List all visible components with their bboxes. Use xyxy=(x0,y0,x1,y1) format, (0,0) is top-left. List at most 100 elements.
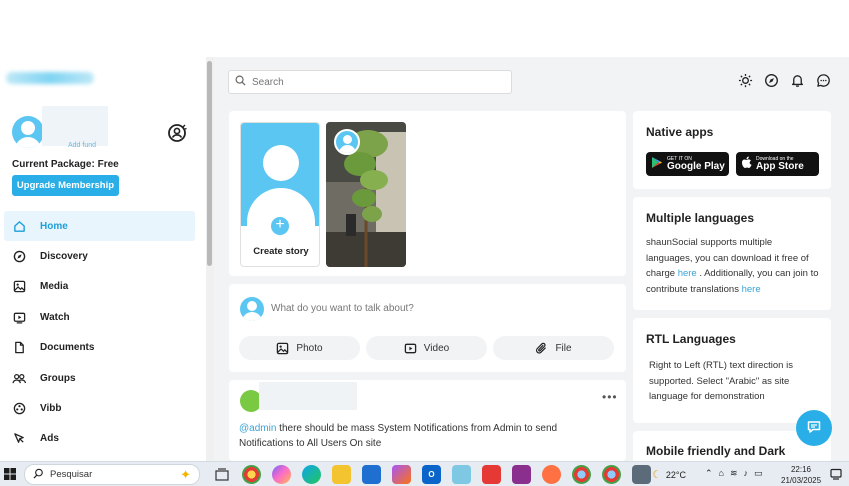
notepad-icon[interactable] xyxy=(452,465,471,484)
sidebar-item-home[interactable]: Home xyxy=(4,211,195,242)
edge-icon[interactable] xyxy=(302,465,321,484)
upgrade-membership-button[interactable]: Upgrade Membership xyxy=(12,175,119,196)
profile-card: Add fund Current Package: Free Upgrade M… xyxy=(6,106,196,201)
sidebar-item-discovery[interactable]: Discovery xyxy=(4,241,195,271)
sidebar-item-label: Groups xyxy=(40,372,76,384)
site-logo[interactable] xyxy=(6,72,94,84)
file-label: File xyxy=(555,342,572,354)
sidebar-item-label: Ads xyxy=(40,433,59,445)
rtl-languages-title: RTL Languages xyxy=(646,332,736,346)
account-switch-icon[interactable] xyxy=(166,122,188,144)
store-icon[interactable] xyxy=(362,465,381,484)
sidebar-item-label: Home xyxy=(40,220,68,232)
google-play-button[interactable]: GET IT ON Google Play xyxy=(646,152,729,176)
play-icon xyxy=(12,310,26,324)
sidebar-item-ads[interactable]: Ads xyxy=(4,424,195,454)
calculator-icon[interactable] xyxy=(632,465,651,484)
image-icon xyxy=(12,280,26,294)
chat-fab-button[interactable] xyxy=(796,410,832,446)
video-button[interactable]: Video xyxy=(366,336,487,360)
sidebar-item-media[interactable]: Media xyxy=(4,272,195,302)
firefox-icon[interactable] xyxy=(542,465,561,484)
compass-icon[interactable] xyxy=(764,73,779,88)
current-package: Current Package: Free xyxy=(12,159,119,170)
post-composer: What do you want to talk about? Photo Vi… xyxy=(229,284,626,372)
taskbar-search[interactable]: Pesquisar ✦ xyxy=(24,464,200,485)
wifi-icon[interactable]: ≋ xyxy=(730,468,738,479)
sidebar-scrollbar[interactable] xyxy=(206,57,214,461)
outlook-icon[interactable]: O xyxy=(422,465,441,484)
avatar xyxy=(240,297,264,321)
sidebar-item-label: Watch xyxy=(40,311,70,323)
video-label: Video xyxy=(423,342,450,354)
header-actions xyxy=(738,73,831,88)
notification-icon[interactable] xyxy=(830,468,842,480)
chrome-profile-icon[interactable] xyxy=(572,465,591,484)
chrome-profile-icon[interactable] xyxy=(602,465,621,484)
app-store-button[interactable]: Download on the App Store xyxy=(736,152,819,176)
sparkle-icon: ✦ xyxy=(180,466,191,482)
multiple-languages-text: shaunSocial supports multiple languages,… xyxy=(646,237,819,295)
more-options-icon[interactable]: ••• xyxy=(602,390,618,404)
taskbar-clock[interactable]: 22:16 21/03/2025 xyxy=(781,464,821,486)
app-icon[interactable] xyxy=(482,465,501,484)
create-story-button[interactable]: + Create story xyxy=(240,122,320,267)
search-icon xyxy=(33,468,44,482)
chevron-up-icon[interactable]: ⌃ xyxy=(705,468,713,479)
story-item[interactable] xyxy=(326,122,406,267)
sidebar-item-vibb[interactable]: Vibb xyxy=(4,393,195,423)
network-icon[interactable]: ⌂ xyxy=(719,468,724,479)
taskbar-weather[interactable]: ☾ 22°C xyxy=(652,468,686,481)
avatar[interactable] xyxy=(12,116,44,148)
vibb-icon xyxy=(12,402,26,416)
clock-date: 21/03/2025 xyxy=(781,476,822,485)
scrollbar-thumb[interactable] xyxy=(207,61,212,266)
home-icon xyxy=(12,219,26,233)
native-apps-card: Native apps GET IT ON Google Play Downloa… xyxy=(633,111,831,189)
copilot-icon[interactable] xyxy=(272,465,291,484)
search-bar[interactable] xyxy=(228,70,512,94)
sidebar-nav: Home Discovery Media Watch Documents Gro… xyxy=(4,211,195,454)
compass-icon xyxy=(12,250,26,264)
os-taskbar: Pesquisar ✦ O ☾ 22°C ⌃ ⌂ ≋ ♪ ▭ 22:16 21/… xyxy=(0,461,849,486)
rtl-languages-card: RTL Languages Right to Left (RTL) text d… xyxy=(633,318,831,423)
download-language-link[interactable]: here xyxy=(678,268,697,279)
sun-icon[interactable] xyxy=(738,73,753,88)
image-icon xyxy=(276,342,289,355)
task-view-icon[interactable] xyxy=(212,465,231,484)
video-icon xyxy=(404,342,417,355)
multiple-languages-title: Multiple languages xyxy=(646,211,755,225)
search-icon xyxy=(235,75,246,89)
chat-icon[interactable] xyxy=(816,73,831,88)
file-explorer-icon[interactable] xyxy=(332,465,351,484)
search-input[interactable] xyxy=(252,76,492,88)
sidebar-item-groups[interactable]: Groups xyxy=(4,363,195,393)
sidebar-item-documents[interactable]: Documents xyxy=(4,333,195,363)
photos-icon[interactable] xyxy=(392,465,411,484)
bell-icon[interactable] xyxy=(790,73,805,88)
system-tray: ⌃ ⌂ ≋ ♪ ▭ xyxy=(705,468,763,479)
chrome-icon[interactable] xyxy=(242,465,261,484)
photo-button[interactable]: Photo xyxy=(239,336,360,360)
sidebar-item-label: Vibb xyxy=(40,403,62,415)
browser-top-area xyxy=(0,0,849,57)
mention-link[interactable]: @admin xyxy=(239,423,276,434)
add-fund-link[interactable]: Add fund xyxy=(68,142,96,149)
contribute-translation-link[interactable]: here xyxy=(742,284,761,295)
multiple-languages-card: Multiple languages shaunSocial supports … xyxy=(633,197,831,310)
sidebar-item-label: Documents xyxy=(40,342,95,354)
composer-input[interactable]: What do you want to talk about? xyxy=(271,303,414,314)
chat-icon xyxy=(806,419,822,438)
post-text: @admin there should be mass System Notif… xyxy=(239,423,558,449)
app-icon[interactable] xyxy=(512,465,531,484)
file-button[interactable]: File xyxy=(493,336,614,360)
sidebar-item-watch[interactable]: Watch xyxy=(4,302,195,332)
app-badges: GET IT ON Google Play Download on the App … xyxy=(633,139,831,176)
ads-icon xyxy=(12,432,26,446)
windows-start-icon[interactable] xyxy=(4,468,16,480)
google-play-icon xyxy=(651,156,663,172)
taskbar-apps: O xyxy=(212,465,651,484)
groups-icon xyxy=(12,371,26,385)
volume-icon[interactable]: ♪ xyxy=(744,468,749,479)
battery-icon[interactable]: ▭ xyxy=(754,468,763,479)
